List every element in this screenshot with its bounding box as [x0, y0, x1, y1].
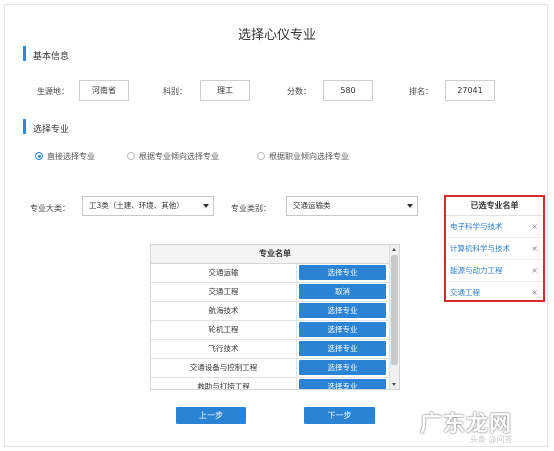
- select-major-button[interactable]: 选择专业: [299, 360, 386, 375]
- radio-selected-icon: [35, 152, 43, 160]
- origin-field[interactable]: 河南省: [79, 80, 129, 101]
- origin-label: 生源地：: [37, 87, 69, 96]
- category-label: 专业大类：: [30, 204, 70, 213]
- major-name: 航海技术: [151, 302, 297, 320]
- remove-icon[interactable]: ×: [531, 260, 538, 281]
- selected-major-item[interactable]: 交通工程 ×: [446, 282, 543, 303]
- radio-direct-select[interactable]: 直接选择专业: [35, 151, 95, 162]
- rank-label: 排名：: [409, 87, 433, 96]
- section-bar: [23, 46, 26, 61]
- selected-majors-panel: 已选专业名单 电子科学与技术 × 计算机科学与技术 × 能源与动力工程 × 交通…: [444, 195, 545, 302]
- radio-label: 直接选择专业: [47, 152, 95, 161]
- radio-by-career-preference[interactable]: 根据职业倾向选择专业: [257, 151, 349, 162]
- radio-unselected-icon: [127, 152, 135, 160]
- remove-icon[interactable]: ×: [531, 238, 538, 259]
- table-row: 航海技术 选择专业: [151, 302, 399, 321]
- score-label: 分数：: [287, 87, 311, 96]
- select-major-button[interactable]: 选择专业: [299, 322, 386, 337]
- major-name: 交通运输: [151, 264, 297, 282]
- radio-label: 根据专业倾向选择专业: [139, 152, 219, 161]
- rank-field[interactable]: 27041: [445, 80, 495, 101]
- score-field[interactable]: 580: [323, 80, 373, 101]
- selected-major-item[interactable]: 能源与动力工程 ×: [446, 260, 543, 282]
- table-row: 轮机工程 选择专业: [151, 321, 399, 340]
- selected-major-item[interactable]: 计算机科学与技术 ×: [446, 238, 543, 260]
- radio-unselected-icon: [257, 152, 265, 160]
- chevron-down-icon: [203, 204, 209, 208]
- subject-field[interactable]: 理工: [200, 80, 250, 101]
- major-list-header: 专业名单: [151, 245, 399, 264]
- table-row: 救助与打捞工程 选择专业: [151, 378, 399, 389]
- selected-major-name[interactable]: 交通工程: [450, 288, 480, 297]
- prev-step-button[interactable]: 上一步: [176, 407, 246, 424]
- remove-icon[interactable]: ×: [531, 216, 538, 237]
- category-select-value: 工3类（土建、环境、其他）: [89, 201, 184, 210]
- watermark-subtext: 头条 @问答: [470, 435, 513, 444]
- table-row: 交通设备与控制工程 选择专业: [151, 359, 399, 378]
- radio-label: 根据职业倾向选择专业: [269, 152, 349, 161]
- select-major-button[interactable]: 选择专业: [299, 379, 386, 389]
- selected-major-name[interactable]: 计算机科学与技术: [450, 244, 510, 253]
- next-step-button[interactable]: 下一步: [304, 407, 375, 424]
- selected-major-name[interactable]: 能源与动力工程: [450, 266, 503, 275]
- table-row: 飞行技术 选择专业: [151, 340, 399, 359]
- major-name: 交通工程: [151, 283, 297, 301]
- select-major-button[interactable]: 选择专业: [299, 341, 386, 356]
- chevron-down-icon: [407, 204, 413, 208]
- page-title: 选择心仪专业: [237, 28, 316, 43]
- selected-major-item[interactable]: 电子科学与技术 ×: [446, 216, 543, 238]
- table-scrollbar[interactable]: [389, 245, 399, 389]
- major-name: 飞行技术: [151, 340, 297, 358]
- major-name: 轮机工程: [151, 321, 297, 339]
- remove-icon[interactable]: ×: [531, 282, 538, 303]
- radio-by-major-preference[interactable]: 根据专业倾向选择专业: [127, 151, 219, 162]
- scroll-down-icon[interactable]: [392, 383, 396, 386]
- type-select[interactable]: 交通运输类: [286, 196, 418, 216]
- select-major-heading: 选择专业: [33, 125, 70, 135]
- category-select[interactable]: 工3类（土建、环境、其他）: [82, 196, 214, 216]
- table-row: 交通工程 取消: [151, 283, 399, 302]
- section-bar: [23, 119, 26, 134]
- major-name: 救助与打捞工程: [151, 378, 297, 389]
- major-list-table: 专业名单 交通运输 选择专业 交通工程 取消 航海技术 选择专业 轮机工程 选择…: [150, 244, 400, 390]
- scrollbar-thumb[interactable]: [391, 255, 398, 365]
- type-select-value: 交通运输类: [293, 201, 331, 210]
- scroll-up-icon[interactable]: [392, 248, 396, 251]
- selected-major-name[interactable]: 电子科学与技术: [450, 222, 503, 231]
- table-row: 交通运输 选择专业: [151, 264, 399, 283]
- select-major-button[interactable]: 选择专业: [299, 303, 386, 318]
- major-name: 交通设备与控制工程: [151, 359, 297, 377]
- selected-majors-header: 已选专业名单: [446, 197, 543, 216]
- select-major-button[interactable]: 选择专业: [299, 265, 386, 280]
- basic-info-heading: 基本信息: [33, 52, 70, 62]
- cancel-major-button[interactable]: 取消: [299, 284, 386, 299]
- type-label: 专业类别：: [231, 204, 271, 213]
- subject-label: 科别：: [163, 87, 187, 96]
